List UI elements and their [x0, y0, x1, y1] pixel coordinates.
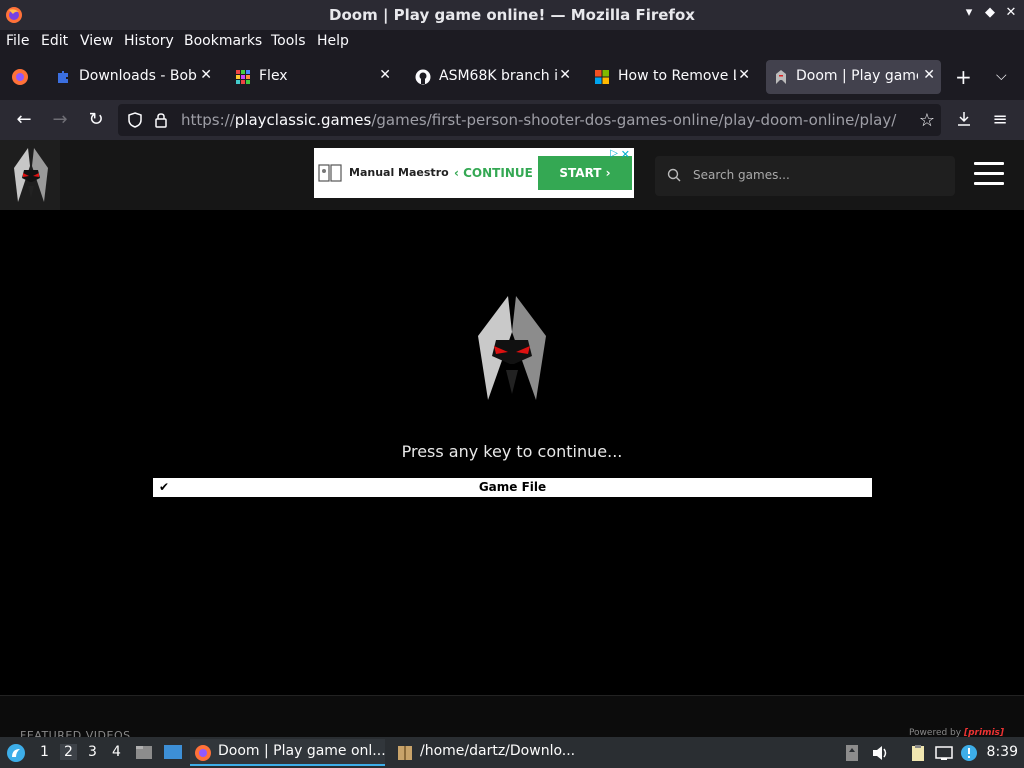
url-text: https://playclassic.games/games/first-pe…	[181, 111, 897, 129]
shield-icon[interactable]	[127, 112, 143, 128]
tab-label: How to Remove Li	[618, 68, 736, 84]
workspace-4[interactable]: 4	[112, 744, 121, 760]
adchoices-icon[interactable]: ▷	[610, 148, 618, 159]
tab-bar: Downloads - Bob P ✕ Flex ✕ ASM68K branch…	[0, 54, 1024, 100]
back-button[interactable]: ←	[12, 108, 36, 132]
updates-icon[interactable]	[960, 744, 978, 762]
show-desktop-icon[interactable]	[163, 743, 183, 761]
game-file-label: Game File	[478, 480, 547, 494]
knight-helmet-icon	[14, 148, 48, 202]
window-titlebar: Doom | Play game online! — Mozilla Firef…	[0, 0, 1024, 30]
ad-close-icon[interactable]: ✕	[621, 148, 630, 161]
app-launcher-icon[interactable]	[6, 743, 26, 763]
tab-flex[interactable]: Flex ✕	[225, 60, 397, 94]
forward-button[interactable]: →	[48, 108, 72, 132]
clock[interactable]: 8:39	[987, 744, 1018, 760]
menu-file[interactable]: File	[6, 33, 29, 49]
manual-book-icon	[318, 164, 342, 182]
bookmark-star-icon[interactable]: ☆	[919, 110, 935, 131]
close-tab-icon[interactable]: ✕	[923, 67, 935, 83]
list-all-tabs-button[interactable]: ⌵	[996, 68, 1007, 84]
menu-edit[interactable]: Edit	[41, 33, 68, 49]
close-tab-icon[interactable]: ✕	[738, 67, 750, 83]
tab-doom[interactable]: Doom | Play game ✕	[766, 60, 941, 94]
workspace-3[interactable]: 3	[88, 744, 97, 760]
desktop-taskbar: 1 2 3 4 Doom | Play game onl... /home/da…	[0, 737, 1024, 768]
task-firefox[interactable]: Doom | Play game onl...	[190, 739, 386, 766]
minimize-button[interactable]: ▾	[961, 5, 977, 20]
task-label: Doom | Play game onl...	[218, 743, 386, 759]
game-loading-logo	[478, 296, 546, 400]
tab-asm68k[interactable]: ASM68K branch in ✕	[405, 60, 577, 94]
tab-how-to-remove[interactable]: How to Remove Li ✕	[584, 60, 756, 94]
menu-help[interactable]: Help	[317, 33, 349, 49]
workspace-2[interactable]: 2	[60, 744, 77, 760]
advertisement-banner[interactable]: Manual Maestro ‹ CONTINUE › START › ▷ ✕	[314, 148, 634, 198]
notification-upload-icon[interactable]	[843, 744, 861, 762]
downloads-icon[interactable]	[955, 110, 973, 128]
page-footer: FEATURED VIDEOS Powered by [primis]	[0, 695, 1024, 742]
tab-downloads[interactable]: Downloads - Bob P ✕	[45, 60, 218, 94]
firefox-icon	[195, 745, 211, 761]
grid-icon	[236, 70, 250, 84]
ad-continue-link[interactable]: ‹ CONTINUE ›	[454, 166, 542, 180]
menu-view[interactable]: View	[80, 33, 113, 49]
tab-label: Downloads - Bob P	[79, 68, 197, 84]
menu-history[interactable]: History	[124, 33, 174, 49]
web-page: Manual Maestro ‹ CONTINUE › START › ▷ ✕ …	[0, 140, 1024, 695]
tab-label: ASM68K branch in	[439, 68, 557, 84]
volume-icon[interactable]	[871, 744, 889, 762]
github-icon	[415, 69, 431, 85]
microsoft-icon	[595, 70, 609, 84]
navigation-bar: ← → ↻ https://playclassic.games/games/fi…	[0, 100, 1024, 140]
close-window-button[interactable]: ✕	[1003, 5, 1019, 20]
site-header: Manual Maestro ‹ CONTINUE › START › ▷ ✕ …	[0, 140, 1024, 210]
menu-bar: File Edit View History Bookmarks Tools H…	[0, 30, 1024, 54]
site-logo[interactable]	[0, 140, 60, 210]
new-tab-button[interactable]: +	[955, 65, 972, 89]
tab-label: Flex	[259, 68, 288, 84]
workspace-1[interactable]: 1	[40, 744, 49, 760]
maximize-button[interactable]: ◆	[982, 5, 998, 20]
search-input[interactable]: Search games...	[693, 168, 790, 182]
app-menu-button[interactable]: ≡	[988, 108, 1012, 132]
game-file-progress-bar: ✔ Game File	[153, 478, 872, 497]
archive-icon	[398, 746, 412, 760]
ad-title: Manual Maestro	[349, 166, 449, 179]
task-file-manager[interactable]: /home/dartz/Downlo...	[392, 739, 587, 766]
puzzle-icon	[58, 71, 68, 83]
close-tab-icon[interactable]: ✕	[559, 67, 571, 83]
press-any-key-text: Press any key to continue...	[401, 442, 623, 461]
reload-button[interactable]: ↻	[84, 108, 108, 132]
tab-label: Doom | Play game	[796, 68, 918, 84]
doom-icon	[776, 70, 786, 84]
search-icon	[667, 168, 681, 182]
lock-icon[interactable]	[154, 112, 168, 128]
menu-bookmarks[interactable]: Bookmarks	[184, 33, 262, 49]
file-manager-icon[interactable]	[135, 743, 153, 761]
close-tab-icon[interactable]: ✕	[379, 67, 391, 83]
hamburger-menu-icon[interactable]	[974, 162, 1004, 186]
window-title: Doom | Play game online! — Mozilla Firef…	[329, 6, 695, 24]
clipboard-icon[interactable]	[909, 744, 927, 762]
search-games-box[interactable]: Search games...	[655, 156, 955, 196]
task-label: /home/dartz/Downlo...	[420, 743, 576, 759]
ad-start-button[interactable]: START ›	[538, 156, 632, 190]
close-tab-icon[interactable]: ✕	[200, 67, 212, 83]
menu-tools[interactable]: Tools	[271, 33, 306, 49]
url-bar[interactable]: https://playclassic.games/games/first-pe…	[118, 104, 941, 136]
firefox-view-icon[interactable]	[11, 68, 29, 86]
network-icon[interactable]	[935, 744, 953, 762]
